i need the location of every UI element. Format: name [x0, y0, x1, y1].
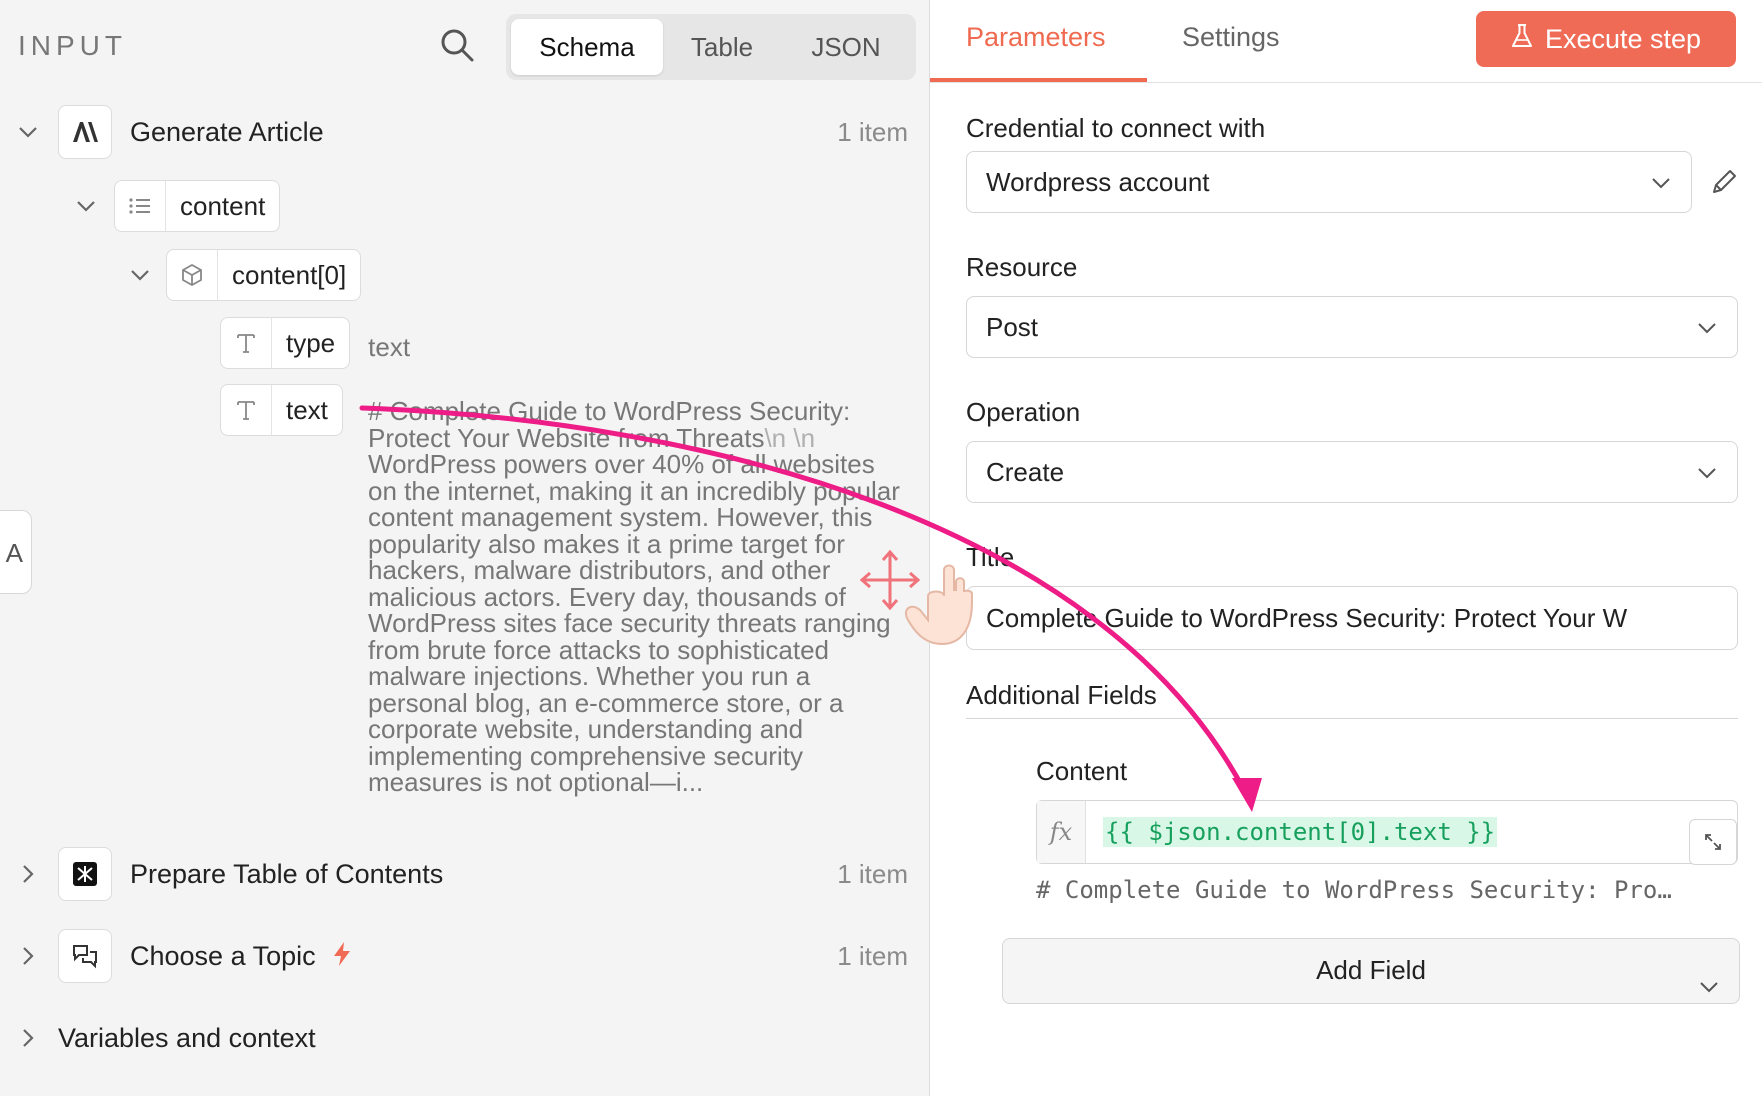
chat-icon	[58, 929, 112, 983]
collapsed-node-tab[interactable]: A	[0, 510, 32, 594]
search-icon[interactable]	[436, 24, 478, 66]
resource-label: Resource	[966, 252, 1078, 282]
credential-label: Credential to connect with	[966, 113, 1266, 143]
chevron-down-icon	[1695, 316, 1719, 340]
fx-icon: fx	[1037, 801, 1086, 863]
chevron-down-icon[interactable]	[14, 118, 42, 146]
preview-part-2: WordPress powers over 40% of all website…	[368, 449, 900, 797]
field-content: content	[72, 180, 281, 232]
execute-step-label: Execute step	[1544, 23, 1702, 54]
schema-pill-content[interactable]: content	[114, 180, 281, 232]
field-content-0: content[0]	[126, 249, 362, 301]
node-title: Prepare Table of Contents	[130, 858, 444, 889]
field-type: type text	[220, 317, 410, 369]
credential-select[interactable]: Wordpress account	[966, 151, 1692, 213]
operation-label: Operation	[966, 397, 1081, 427]
operation-select[interactable]: Create	[966, 441, 1738, 503]
parameters-panel: Parameters Settings Execute step Credent…	[930, 0, 1762, 1096]
add-field-label: Add Field	[1316, 955, 1426, 985]
chevron-right-icon[interactable]	[14, 860, 42, 888]
node-title: Choose a Topic	[130, 940, 316, 971]
node-title: Generate Article	[130, 116, 324, 147]
pill-label: type	[286, 327, 336, 358]
content-expression-input[interactable]: fx {{ $json.content[0].text }}	[1036, 800, 1738, 865]
pill-label: content[0]	[232, 259, 347, 290]
n8n-node-icon	[58, 847, 112, 901]
tab-parameters[interactable]: Parameters	[966, 22, 1106, 53]
schema-pill-text[interactable]: text	[220, 384, 343, 436]
title-input[interactable]: Complete Guide to WordPress Security: Pr…	[966, 586, 1738, 650]
type-value: text	[368, 331, 411, 362]
credential-value: Wordpress account	[986, 166, 1210, 197]
additional-fields-heading: Additional Fields	[966, 680, 1157, 710]
panel-tabs: Parameters Settings Execute step	[930, 0, 1762, 83]
tab-settings[interactable]: Settings	[1182, 22, 1280, 53]
anthropic-icon	[58, 105, 112, 159]
view-tab-schema[interactable]: Schema	[511, 19, 663, 75]
flask-icon	[1511, 23, 1533, 56]
node-variables-and-context[interactable]: Variables and context	[14, 1011, 316, 1065]
schema-pill-type[interactable]: type	[220, 317, 351, 369]
item-count: 1 item	[837, 116, 908, 147]
pill-label: content	[180, 190, 266, 221]
chevron-down-icon	[1695, 461, 1719, 485]
chevron-down-icon	[1649, 171, 1673, 195]
content-field-label: Content	[1036, 756, 1128, 786]
chevron-right-icon[interactable]	[14, 942, 42, 970]
add-field-button[interactable]: Add Field	[1002, 938, 1740, 1004]
operation-value: Create	[986, 456, 1065, 487]
view-switcher: Schema Table JSON	[506, 14, 916, 80]
view-tab-table[interactable]: Table	[666, 19, 778, 75]
expression-result-preview: # Complete Guide to WordPress Security: …	[1036, 876, 1672, 904]
chevron-down-icon[interactable]	[126, 261, 154, 289]
text-value-preview: # Complete Guide to WordPress Security: …	[368, 398, 908, 796]
list-icon	[115, 181, 166, 231]
lightning-icon	[332, 941, 352, 972]
execute-step-button[interactable]: Execute step	[1476, 11, 1736, 67]
pill-label: text	[286, 394, 328, 425]
item-count: 1 item	[837, 858, 908, 889]
text-type-icon	[221, 318, 272, 368]
schema-pill-content-0[interactable]: content[0]	[166, 249, 362, 301]
escape-newline: \n	[764, 422, 787, 453]
title-label: Title	[966, 542, 1015, 572]
node-title: Variables and context	[58, 1022, 316, 1053]
active-tab-indicator	[930, 78, 1147, 82]
node-choose-a-topic[interactable]: Choose a Topic 1 item	[14, 929, 914, 983]
node-generate-article[interactable]: Generate Article 1 item	[14, 105, 914, 159]
chevron-down-icon[interactable]	[72, 192, 100, 220]
expand-icon[interactable]	[1689, 819, 1737, 865]
field-text: text	[220, 384, 343, 436]
chevron-down-icon	[1697, 959, 1721, 993]
escape-newline: \n	[793, 422, 816, 453]
resource-select[interactable]: Post	[966, 296, 1738, 358]
expression-value: {{ $json.content[0].text }}	[1103, 817, 1498, 847]
divider	[966, 718, 1738, 719]
text-type-icon	[221, 385, 272, 435]
node-prepare-table-of-contents[interactable]: Prepare Table of Contents 1 item	[14, 847, 914, 901]
view-tab-json[interactable]: JSON	[786, 19, 906, 75]
item-count: 1 item	[837, 940, 908, 971]
cube-icon	[167, 250, 218, 300]
input-panel-label: INPUT	[18, 30, 127, 61]
chevron-right-icon[interactable]	[14, 1024, 42, 1052]
resource-value: Post	[986, 311, 1039, 342]
input-panel: INPUT Schema Table JSON Generate Article…	[0, 0, 930, 1096]
pencil-icon[interactable]	[1708, 166, 1740, 198]
